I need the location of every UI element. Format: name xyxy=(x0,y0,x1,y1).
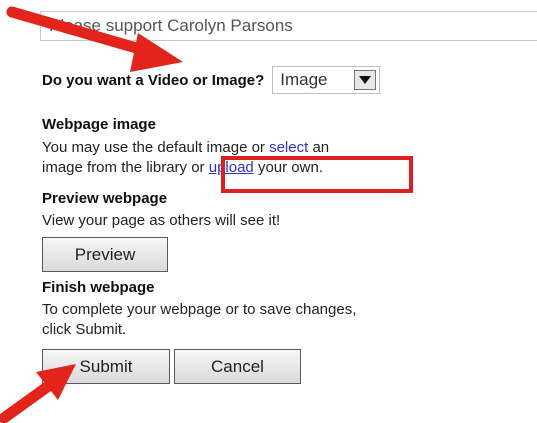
triangle-down-icon xyxy=(359,76,372,84)
submit-button[interactable]: Submit xyxy=(42,349,170,384)
cancel-button[interactable]: Cancel xyxy=(174,349,301,384)
page-title-value: Please support Carolyn Parsons xyxy=(49,16,293,35)
webpage-image-line-2-end: your own. xyxy=(253,159,323,176)
webpage-image-line-1: You may use the default image or select … xyxy=(42,138,329,158)
media-type-label: Do you want a Video or Image? xyxy=(42,71,265,89)
dropdown-button[interactable] xyxy=(354,70,377,90)
preview-heading: Preview webpage xyxy=(42,190,168,207)
preview-text: View your page as others will see it! xyxy=(42,212,281,229)
webpage-image-heading: Webpage image xyxy=(42,116,156,133)
media-type-select[interactable]: Image xyxy=(272,66,381,94)
finish-text-line-2: click Submit. xyxy=(42,321,127,338)
upload-link[interactable]: upload xyxy=(209,159,254,176)
page-title-input[interactable]: Please support Carolyn Parsons xyxy=(40,11,537,41)
preview-button[interactable]: Preview xyxy=(42,237,168,272)
webpage-image-line-1-start: You may use the default image or xyxy=(42,139,270,156)
finish-text: To complete your webpage or to save chan… xyxy=(42,300,356,340)
webpage-image-line-1-end: an xyxy=(308,139,330,156)
webpage-image-text: You may use the default image or select … xyxy=(42,138,329,178)
media-type-row: Do you want a Video or Image? Image xyxy=(42,66,381,94)
webpage-image-line-2: image from the library or upload your ow… xyxy=(42,158,329,178)
select-link[interactable]: select xyxy=(269,139,308,156)
finish-heading: Finish webpage xyxy=(42,279,155,296)
media-type-selected-value: Image xyxy=(280,70,328,89)
finish-text-line-1: To complete your webpage or to save chan… xyxy=(42,301,357,318)
webpage-image-line-2-start: image from the library or xyxy=(42,159,209,176)
